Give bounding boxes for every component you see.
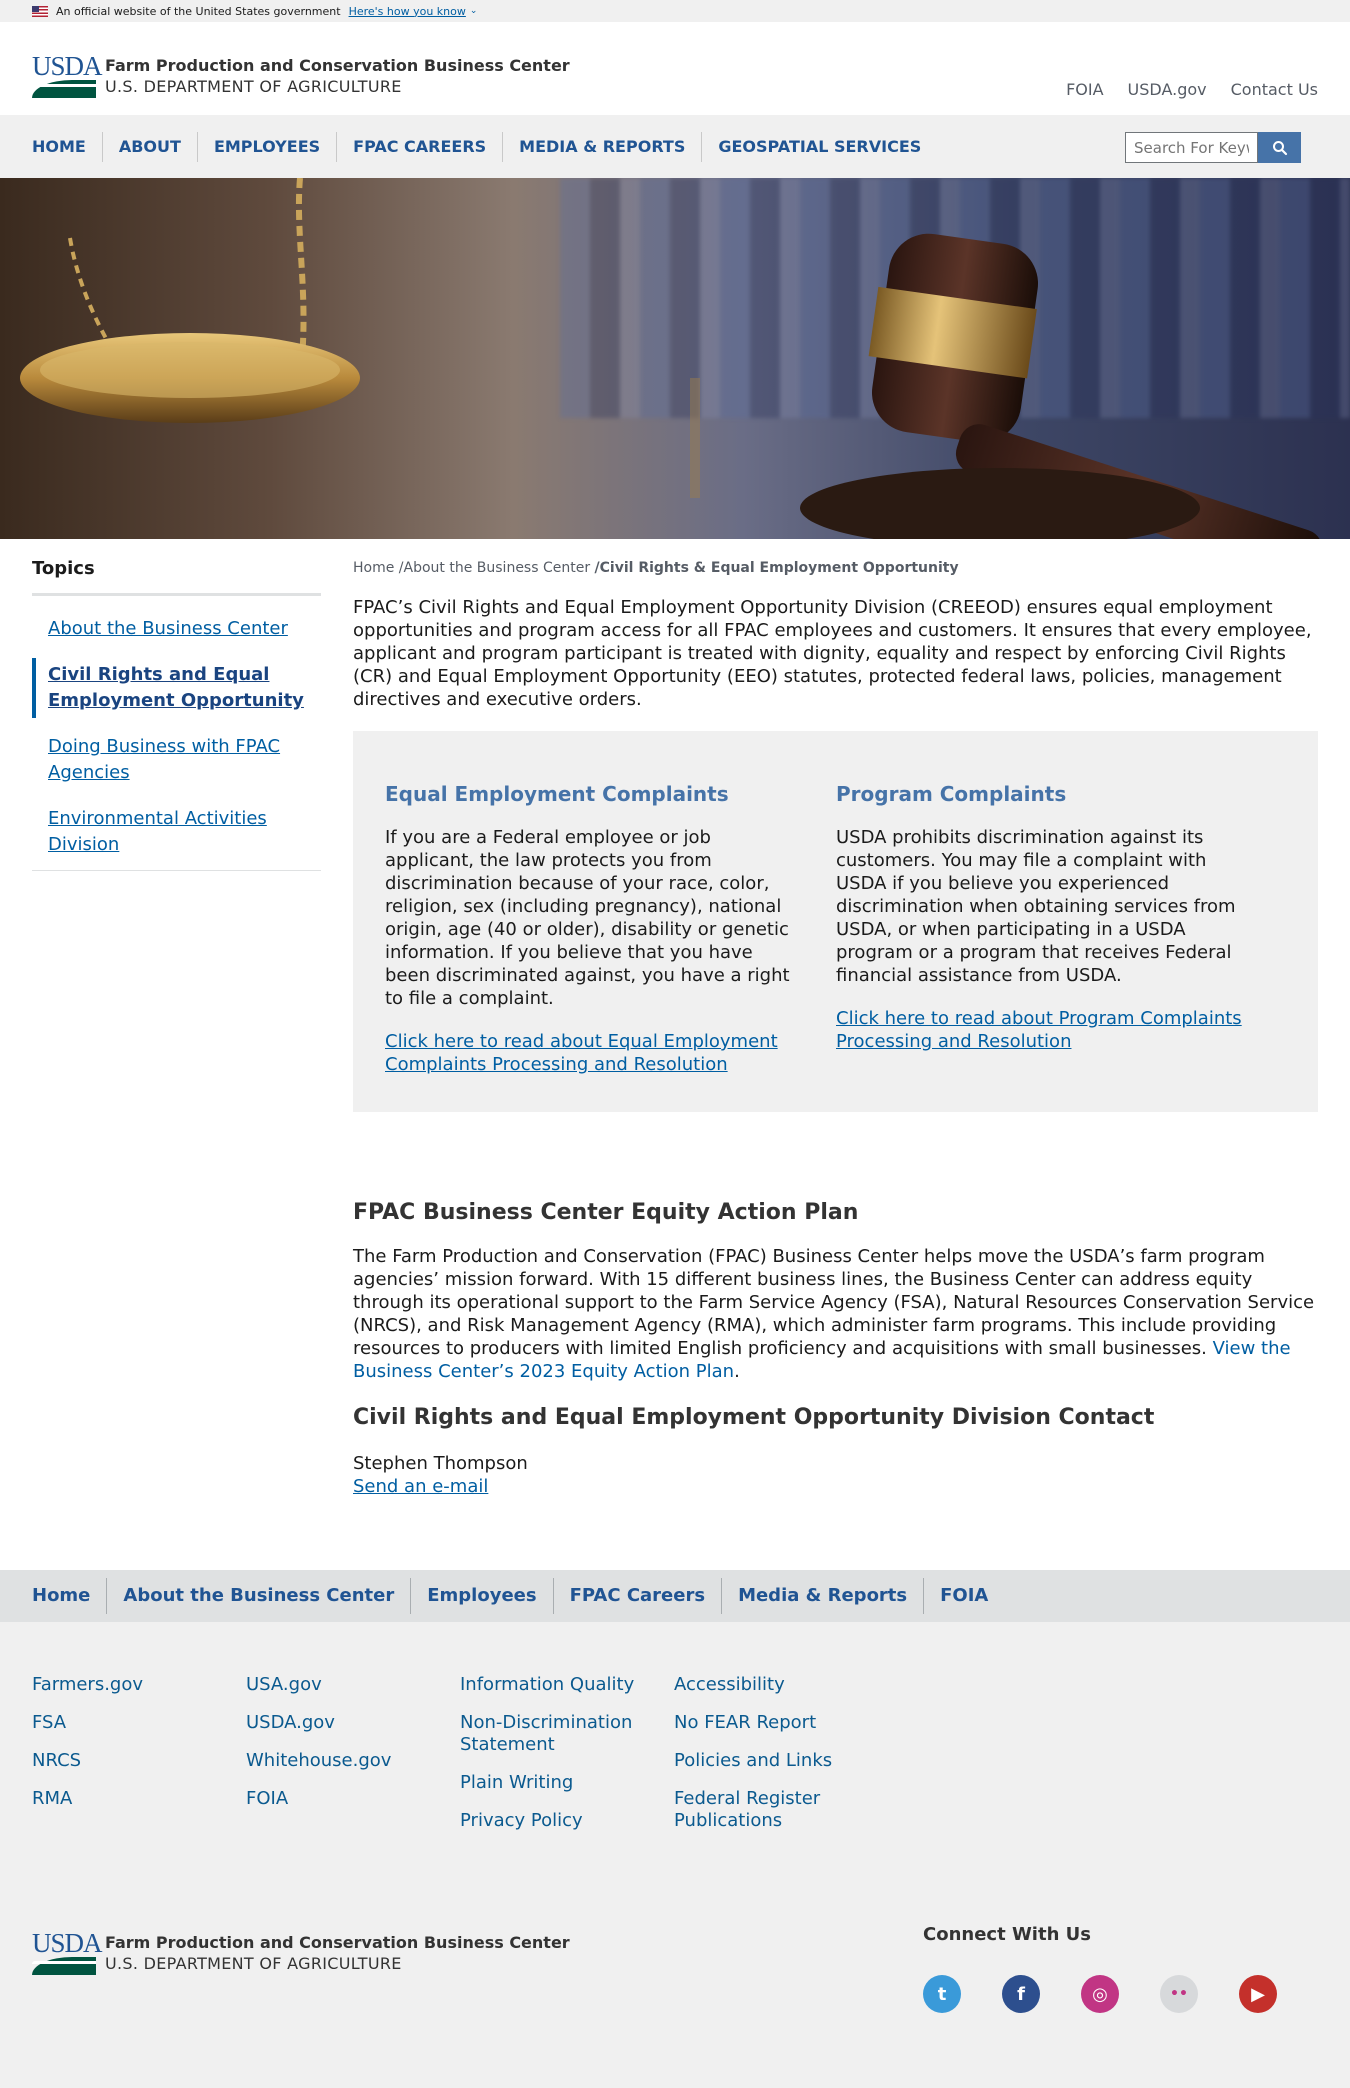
contact-heading: Civil Rights and Equal Employment Opport… — [353, 1405, 1155, 1430]
instagram-icon[interactable]: ◎ — [1081, 1975, 1119, 2013]
footer-nav-careers[interactable]: FPAC Careers — [554, 1578, 723, 1614]
breadcrumb-about[interactable]: About the Business Center — [404, 560, 591, 576]
main-content: Home /About the Business Center /Civil R… — [353, 560, 1318, 1498]
footer-links: Farmers.gov FSA NRCS RMA USA.gov USDA.go… — [0, 1622, 1350, 2088]
site-header: USDA Farm Production and Conservation Bu… — [0, 22, 1350, 115]
eeo-complaints-column: Equal Employment Complaints If you are a… — [385, 782, 794, 1112]
equity-heading: FPAC Business Center Equity Action Plan — [353, 1200, 859, 1225]
footer-link[interactable]: Policies and Links — [674, 1750, 874, 1772]
search-icon — [1272, 140, 1287, 155]
contact-us-link[interactable]: Contact Us — [1231, 80, 1318, 99]
footer-link[interactable]: Federal Register Publications — [674, 1788, 874, 1832]
sidebar-item-about[interactable]: About the Business Center — [32, 612, 321, 646]
sidebar-list: About the Business Center Civil Rights a… — [32, 612, 321, 871]
eeo-complaints-heading: Equal Employment Complaints — [385, 782, 729, 806]
footer-link[interactable]: Privacy Policy — [460, 1810, 660, 1832]
usda-logo-icon: USDA — [32, 53, 103, 98]
program-complaints-link[interactable]: Click here to read about Program Complai… — [836, 1008, 1242, 1052]
footer-nav-foia[interactable]: FOIA — [924, 1578, 1004, 1614]
program-complaints-heading: Program Complaints — [836, 782, 1067, 806]
chevron-down-icon[interactable]: ⌄ — [470, 6, 478, 16]
sidebar-item-doing-business[interactable]: Doing Business with FPAC Agencies — [32, 730, 321, 790]
nav-media-reports[interactable]: MEDIA & REPORTS — [503, 131, 703, 162]
footer-link[interactable]: Plain Writing — [460, 1772, 660, 1794]
foia-link[interactable]: FOIA — [1066, 80, 1103, 99]
department-name: U.S. DEPARTMENT OF AGRICULTURE — [105, 76, 402, 96]
main-nav: HOME ABOUT EMPLOYEES FPAC CAREERS MEDIA … — [0, 115, 1350, 178]
footer-link[interactable]: No FEAR Report — [674, 1712, 874, 1734]
gov-banner-text: An official website of the United States… — [56, 4, 341, 18]
footer-link[interactable]: NRCS — [32, 1750, 232, 1772]
complaints-panel: Equal Employment Complaints If you are a… — [353, 731, 1318, 1112]
footer-nav: Home About the Business Center Employees… — [0, 1570, 1350, 1622]
search-button[interactable] — [1258, 132, 1301, 163]
nav-about[interactable]: ABOUT — [103, 131, 198, 162]
footer-link[interactable]: FSA — [32, 1712, 232, 1734]
footer-col-agencies: Farmers.gov FSA NRCS RMA — [32, 1674, 232, 1826]
footer-link[interactable]: USDA.gov — [246, 1712, 446, 1734]
twitter-icon[interactable]: t — [923, 1975, 961, 2013]
footer-col-gov: USA.gov USDA.gov Whitehouse.gov FOIA — [246, 1674, 446, 1826]
nav-employees[interactable]: EMPLOYEES — [198, 131, 338, 162]
flickr-icon[interactable]: •• — [1160, 1975, 1198, 2013]
program-complaints-text: USDA prohibits discrimination against it… — [836, 827, 1236, 986]
footer-col-accessibility: Accessibility No FEAR Report Policies an… — [674, 1674, 874, 1848]
breadcrumb-home[interactable]: Home — [353, 560, 394, 576]
footer-link[interactable]: Farmers.gov — [32, 1674, 232, 1696]
footer-link[interactable]: Non-Discrimination Statement — [460, 1712, 660, 1756]
breadcrumb: Home /About the Business Center /Civil R… — [353, 560, 959, 576]
youtube-icon[interactable]: ▶ — [1239, 1975, 1277, 2013]
utility-links: FOIA USDA.gov Contact Us — [1066, 80, 1318, 99]
sidebar-item-environmental[interactable]: Environmental Activities Division — [32, 802, 321, 862]
footer-agency-name: Farm Production and Conservation Busines… — [105, 1932, 570, 1952]
hero-image — [0, 178, 1350, 539]
eeo-complaints-text: If you are a Federal employee or job app… — [385, 827, 790, 1009]
send-email-link[interactable]: Send an e-mail — [353, 1475, 1318, 1498]
intro-paragraph: FPAC’s Civil Rights and Equal Employment… — [353, 597, 1312, 710]
footer-logo[interactable]: USDA Farm Production and Conservation Bu… — [32, 1930, 570, 1975]
equity-paragraph: The Farm Production and Conservation (FP… — [353, 1246, 1315, 1382]
sidebar-item-civil-rights[interactable]: Civil Rights and Equal Employment Opport… — [32, 658, 321, 718]
footer-link[interactable]: Whitehouse.gov — [246, 1750, 446, 1772]
footer-link[interactable]: USA.gov — [246, 1674, 446, 1696]
search-input[interactable] — [1125, 132, 1258, 163]
us-flag-icon — [32, 5, 48, 17]
nav-home[interactable]: HOME — [0, 131, 103, 162]
facebook-icon[interactable]: f — [1002, 1975, 1040, 2013]
site-search — [1125, 132, 1301, 163]
sidebar-title: Topics — [32, 558, 321, 596]
site-logo[interactable]: USDA Farm Production and Conservation Bu… — [32, 53, 570, 98]
footer-nav-media[interactable]: Media & Reports — [722, 1578, 925, 1614]
footer-link[interactable]: RMA — [32, 1788, 232, 1810]
usda-logo-icon: USDA — [32, 1930, 103, 1975]
nav-geospatial-services[interactable]: GEOSPATIAL SERVICES — [702, 132, 937, 162]
program-complaints-column: Program Complaints USDA prohibits discri… — [836, 782, 1245, 1112]
topics-sidebar: Topics About the Business Center Civil R… — [32, 558, 321, 871]
footer-nav-home[interactable]: Home — [0, 1578, 108, 1614]
agency-name: Farm Production and Conservation Busines… — [105, 55, 570, 75]
footer-nav-about[interactable]: About the Business Center — [107, 1578, 412, 1614]
connect-with-us: Connect With Us t f ◎ •• ▶ — [923, 1924, 1277, 2013]
breadcrumb-current[interactable]: /Civil Rights & Equal Employment Opportu… — [595, 560, 959, 576]
eeo-complaints-link[interactable]: Click here to read about Equal Employmen… — [385, 1031, 778, 1075]
footer-link[interactable]: Information Quality — [460, 1674, 660, 1696]
contact-name: Stephen Thompson — [353, 1453, 528, 1474]
scales-and-gavel-illustration — [20, 178, 1323, 539]
social-links: t f ◎ •• ▶ — [923, 1975, 1277, 2013]
gov-banner: An official website of the United States… — [0, 0, 1350, 22]
how-you-know-link[interactable]: Here's how you know — [349, 5, 466, 18]
footer-col-policies: Information Quality Non-Discrimination S… — [460, 1674, 660, 1848]
footer-nav-employees[interactable]: Employees — [411, 1578, 554, 1614]
nav-fpac-careers[interactable]: FPAC CAREERS — [337, 131, 504, 162]
usda-gov-link[interactable]: USDA.gov — [1128, 80, 1207, 99]
connect-title: Connect With Us — [923, 1924, 1091, 1945]
footer-link[interactable]: Accessibility — [674, 1674, 874, 1696]
footer-department-name: U.S. DEPARTMENT OF AGRICULTURE — [105, 1953, 402, 1973]
footer-link[interactable]: FOIA — [246, 1788, 446, 1810]
